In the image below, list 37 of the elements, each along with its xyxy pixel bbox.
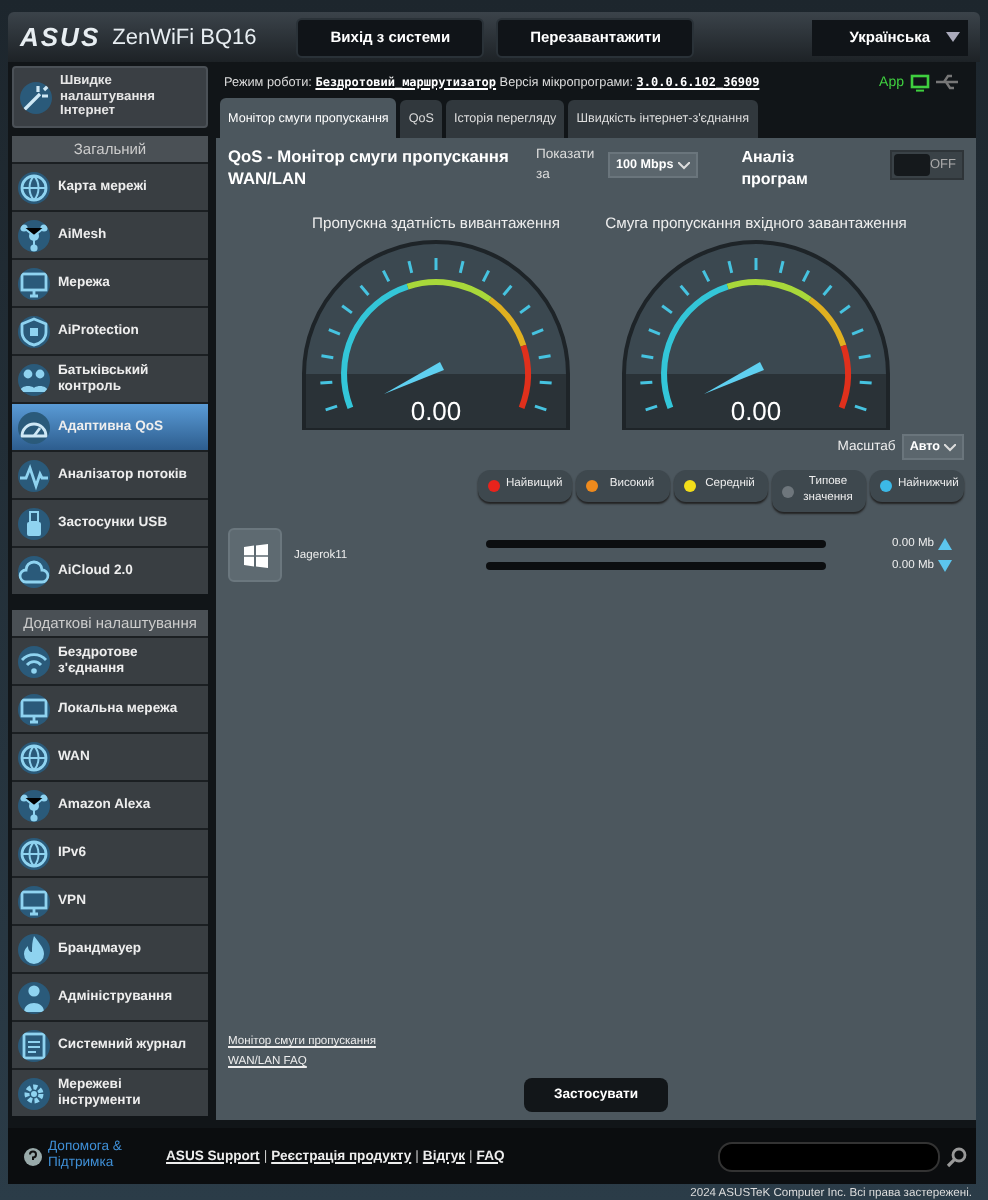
shield-icon [18,315,50,347]
model-name: ZenWiFi BQ16 [112,25,257,49]
gauge-icon [18,411,50,443]
search-field[interactable] [718,1141,940,1171]
nodes-icon [18,219,50,251]
search-icon[interactable] [946,1145,968,1167]
caret-icon [677,161,690,169]
wand-icon [20,81,52,113]
wave-icon [18,459,50,491]
gear-icon [18,1077,50,1109]
monitor-icon [18,885,50,917]
person-icon [18,981,50,1013]
cloud-icon [18,555,50,587]
analysis-label: Аналіз програм [741,146,810,191]
usb-icon [936,74,960,90]
nodes-icon [18,789,50,821]
help-icon [24,1147,42,1165]
caret-icon [946,32,960,42]
page-title: QoS - Монітор смуги пропускання WAN/LAN [228,146,511,190]
globe-icon [18,741,50,773]
doc-icon [18,1029,50,1061]
gauge-value: 0.00 [730,396,782,426]
usb-icon [18,507,50,539]
down-arrow-icon [938,560,952,572]
globe-icon [18,837,50,869]
gauge-value: 0.00 [410,396,462,426]
monitor-icon [18,693,50,725]
brand-logo: ASUS [20,22,101,52]
monitor-icon [910,73,930,91]
people-icon [18,363,50,395]
caret-icon [944,443,956,451]
flame-icon [18,933,50,965]
up-arrow-icon [938,538,952,550]
window-grid-icon [243,543,267,567]
monitor-icon [18,267,50,299]
wifi-icon [18,645,50,677]
globe-icon [18,171,50,203]
